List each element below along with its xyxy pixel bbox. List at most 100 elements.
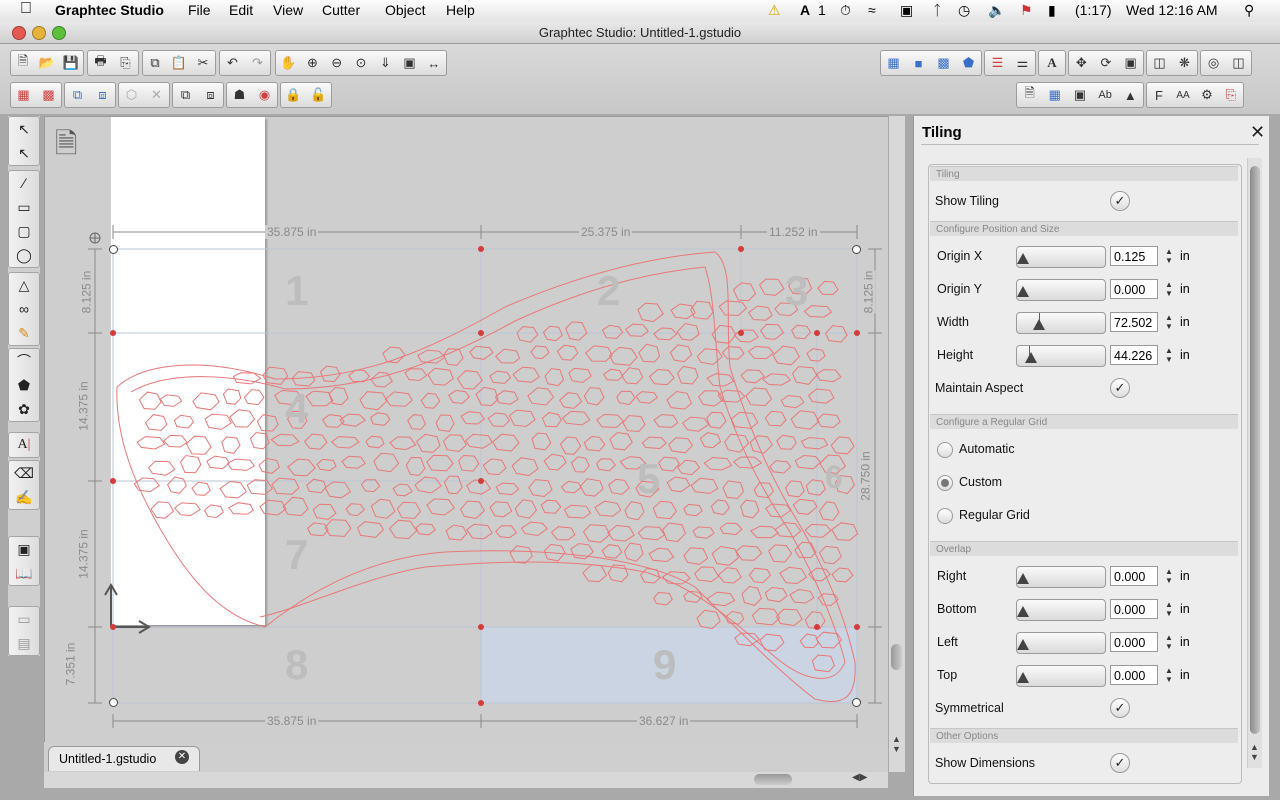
grid-point[interactable] — [814, 624, 820, 630]
origin-y-stepper[interactable]: ▲ ▼ — [1164, 280, 1174, 300]
page-setup-icon[interactable]: 🗎 — [1020, 85, 1040, 105]
origin-y-input[interactable]: 0.000 — [1110, 279, 1158, 299]
unlock-icon[interactable]: 🔓 — [309, 85, 329, 105]
tile-handle-tl[interactable] — [109, 245, 118, 254]
replicate-icon[interactable]: ❋ — [1175, 53, 1195, 73]
height-slider[interactable] — [1016, 345, 1106, 367]
zoom-drag-icon[interactable]: ⇓ — [375, 53, 395, 73]
overlap-right-slider[interactable] — [1016, 566, 1106, 588]
menu-help[interactable]: Help — [446, 2, 475, 18]
height-input[interactable]: 44.226 — [1110, 345, 1158, 365]
show-dimensions-checkbox[interactable]: ✓ — [1110, 753, 1130, 773]
tile-handle-bl[interactable] — [109, 698, 118, 707]
grid-point[interactable] — [478, 246, 484, 252]
copy-icon[interactable]: ⧉ — [145, 53, 165, 73]
weld-icon[interactable]: ⬡ — [122, 85, 142, 105]
curve-tool-icon[interactable]: ∞ — [9, 297, 39, 321]
overlap-bottom-stepper[interactable]: ▲ ▼ — [1164, 600, 1174, 620]
overlap-bottom-input[interactable]: 0.000 — [1110, 599, 1158, 619]
origin-x-input[interactable]: 0.125 — [1110, 246, 1158, 266]
grid-point[interactable] — [478, 624, 484, 630]
menu-file[interactable]: File — [188, 2, 211, 18]
trace-icon[interactable]: ▲ — [1120, 85, 1140, 105]
menu-cutter[interactable]: Cutter — [322, 2, 360, 18]
point-edit-icon[interactable]: ↖ — [9, 141, 39, 165]
print-icon[interactable]: 🖶 — [91, 53, 111, 73]
panel-scrollbar[interactable]: ▲ ▼ — [1247, 158, 1262, 768]
maintain-aspect-checkbox[interactable]: ✓ — [1110, 378, 1130, 398]
ungroup-icon[interactable]: ▩ — [39, 85, 59, 105]
pentagon-icon[interactable]: ⬟ — [959, 53, 979, 73]
cut-settings-icon[interactable]: ◎ — [1204, 53, 1224, 73]
delete-icon[interactable]: ✕ — [147, 85, 167, 105]
pentagon-tool-icon[interactable]: ⬟ — [9, 373, 39, 397]
flag-icon[interactable]: ⚑ — [1020, 2, 1033, 19]
new-file-icon[interactable]: 🗎 — [13, 53, 33, 73]
align-icon[interactable]: ◫ — [1150, 53, 1170, 73]
color-fill-icon[interactable]: ■ — [909, 53, 929, 73]
split-view-icon[interactable]: ▤ — [9, 631, 39, 655]
panel-scroll-thumb[interactable] — [1250, 166, 1260, 734]
grid-point[interactable] — [738, 330, 744, 336]
grid-point[interactable] — [738, 246, 744, 252]
fit-width-icon[interactable]: ↔ — [424, 53, 444, 73]
symmetrical-checkbox[interactable]: ✓ — [1110, 698, 1130, 718]
scissors-icon[interactable]: ✂ — [193, 53, 213, 73]
origin-y-slider[interactable] — [1016, 279, 1106, 301]
overlap-left-input[interactable]: 0.000 — [1110, 632, 1158, 652]
pattern-fill-icon[interactable]: ▩ — [934, 53, 954, 73]
grid-point[interactable] — [478, 330, 484, 336]
spotlight-icon[interactable]: ⚲ — [1244, 2, 1254, 19]
height-stepper[interactable]: ▲ ▼ — [1164, 346, 1174, 366]
wifi-icon[interactable]: ≈ — [868, 2, 876, 18]
overlap-right-input[interactable]: 0.000 — [1110, 566, 1158, 586]
scroll-arrows-icon[interactable]: ▲ ▼ — [892, 734, 901, 754]
knife-tool-icon[interactable]: ✍ — [9, 485, 39, 509]
adobe-icon[interactable]: A — [800, 2, 810, 18]
close-tab-icon[interactable]: ✕ — [175, 750, 189, 764]
zoom-out-icon[interactable]: ⊖ — [327, 53, 347, 73]
volume-icon[interactable]: 🔈 — [988, 2, 1005, 19]
scale-icon[interactable]: ▣ — [1121, 53, 1141, 73]
overlap-top-stepper[interactable]: ▲ ▼ — [1164, 666, 1174, 686]
window-view-icon[interactable]: ▣ — [9, 537, 39, 561]
automatic-radio[interactable] — [937, 442, 953, 458]
undo-icon[interactable]: ↶ — [223, 53, 243, 73]
grid-point[interactable] — [814, 330, 820, 336]
show-tiling-checkbox[interactable]: ✓ — [1110, 191, 1130, 211]
release-compound-icon[interactable]: ⧈ — [93, 85, 113, 105]
line-tool-icon[interactable]: ∕ — [9, 171, 39, 195]
origin-x-slider[interactable] — [1016, 246, 1106, 268]
panel-scroll-arrows-icon[interactable]: ▲ ▼ — [1250, 742, 1259, 762]
grid-icon[interactable]: ▦ — [1045, 85, 1065, 105]
group-icon[interactable]: ▦ — [14, 85, 34, 105]
menu-edit[interactable]: Edit — [229, 2, 253, 18]
shape-icon[interactable]: ☗ — [230, 85, 250, 105]
eraser-tool-icon[interactable]: ⌫ — [9, 461, 39, 485]
menu-object[interactable]: Object — [385, 2, 425, 18]
redo-icon[interactable]: ↷ — [248, 53, 268, 73]
origin-x-stepper[interactable]: ▲ ▼ — [1164, 247, 1174, 267]
custom-radio[interactable] — [937, 475, 953, 491]
width-stepper[interactable]: ▲ ▼ — [1164, 313, 1174, 333]
font-library-icon[interactable]: F — [1149, 85, 1169, 105]
vertical-scroll-thumb[interactable] — [891, 644, 902, 670]
clock-sync-icon[interactable]: ◷ — [958, 2, 970, 19]
width-input[interactable]: 72.502 — [1110, 312, 1158, 332]
registration-marks-icon[interactable]: ▣ — [1070, 85, 1090, 105]
zoom-in-icon[interactable]: ⊕ — [302, 53, 322, 73]
zoom-select-icon[interactable]: ⊙ — [351, 53, 371, 73]
rounded-rect-tool-icon[interactable]: ▢ — [9, 219, 39, 243]
overlap-bottom-slider[interactable] — [1016, 599, 1106, 621]
arc-tool-icon[interactable]: ⌒ — [9, 349, 39, 373]
font-size-icon[interactable]: AA — [1173, 85, 1193, 105]
overlap-left-slider[interactable] — [1016, 632, 1106, 654]
single-view-icon[interactable]: ▭ — [9, 607, 39, 631]
grid-point[interactable] — [110, 624, 116, 630]
text-style-icon[interactable]: A — [1042, 53, 1062, 73]
star-tool-icon[interactable]: ✿ — [9, 397, 39, 421]
send-back-icon[interactable]: ⧈ — [201, 85, 221, 105]
cutter-icon[interactable]: ⎘ — [1221, 85, 1241, 105]
horizontal-scroll-arrows-icon[interactable]: ◀▶ — [852, 772, 867, 783]
display-icon[interactable]: ▣ — [900, 2, 913, 19]
